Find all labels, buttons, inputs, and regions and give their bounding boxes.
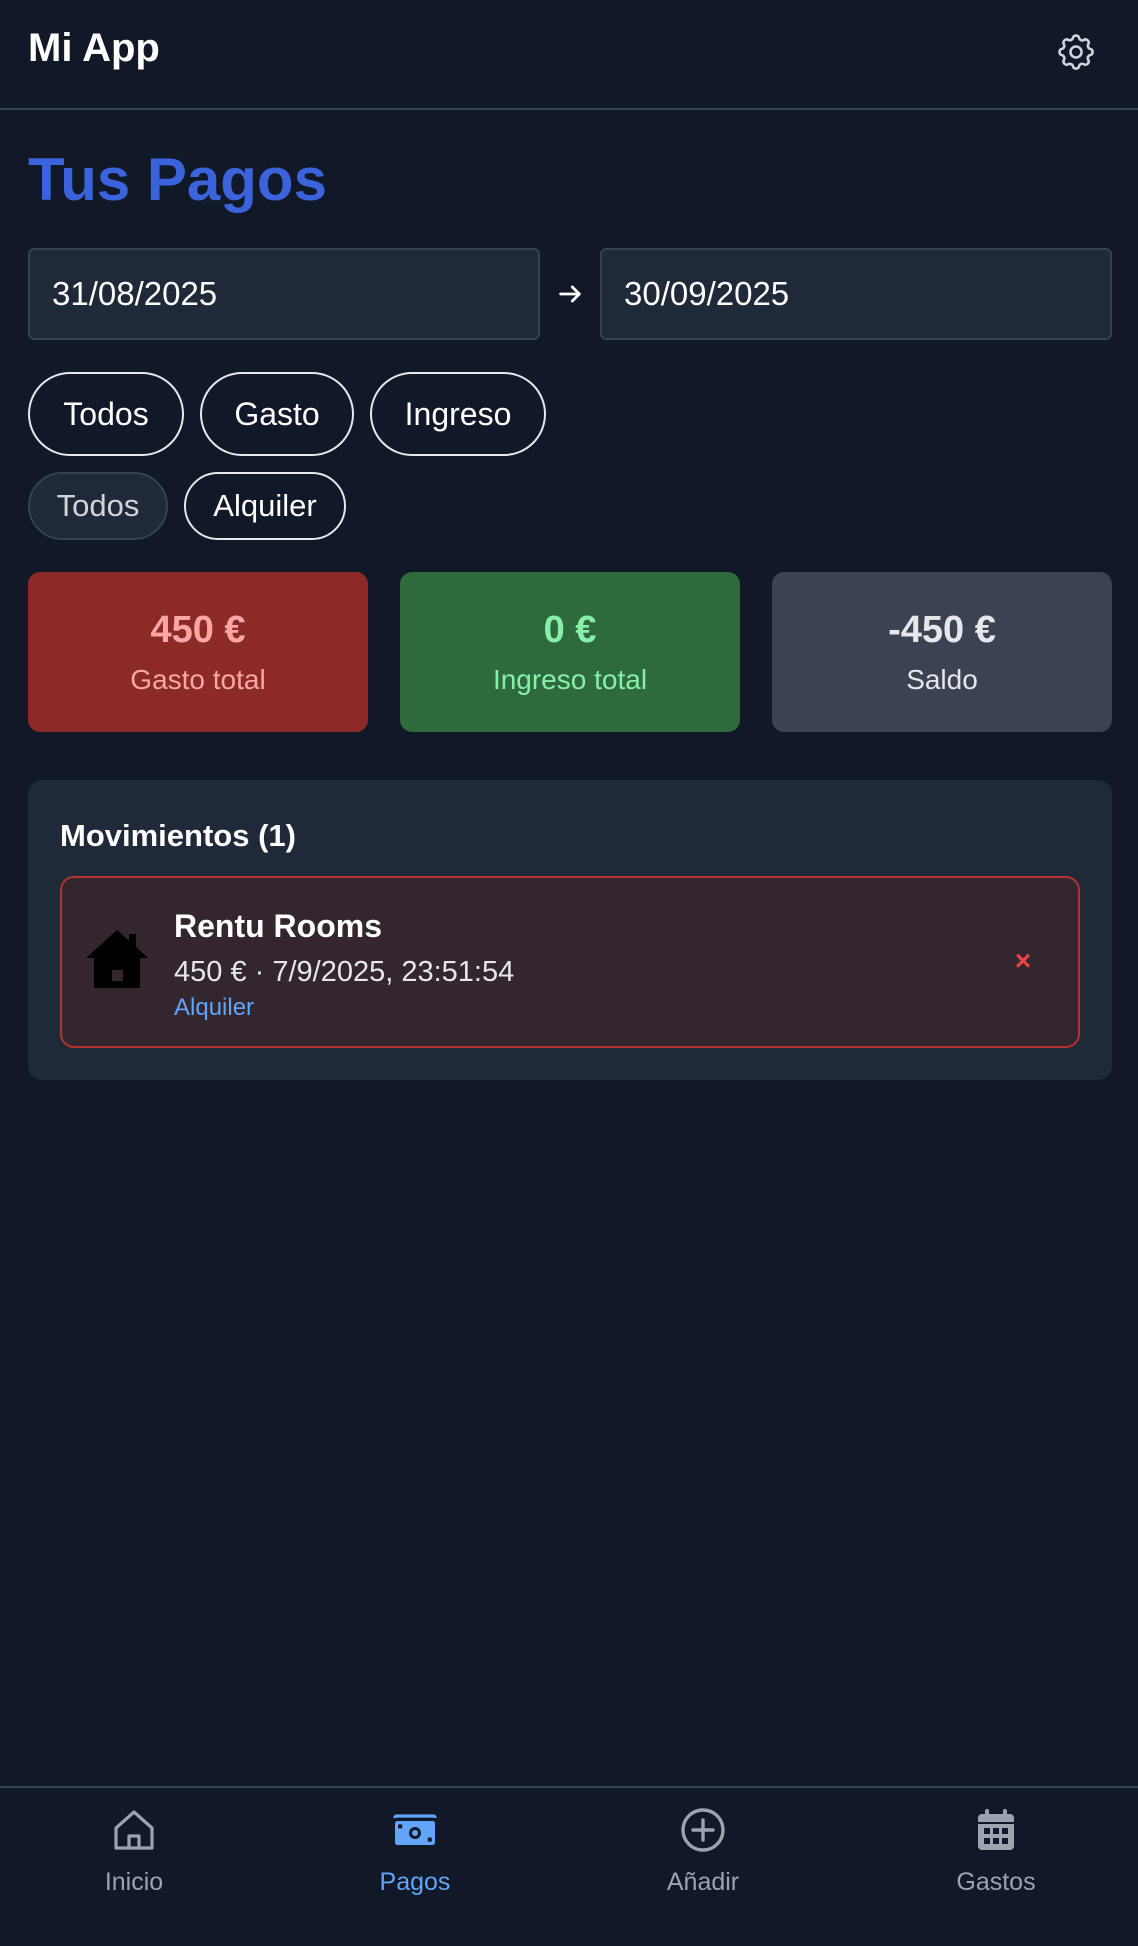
nav-item-gastos[interactable]: Gastos	[896, 1806, 1096, 1916]
filter-type-gasto[interactable]: Gasto	[200, 372, 354, 456]
filter-type-todos[interactable]: Todos	[28, 372, 184, 456]
saldo-amount: -450 €	[888, 608, 996, 651]
nav-item-label: Inicio	[104, 1868, 164, 1896]
arrow-right-icon	[559, 285, 581, 303]
filter-category-todos[interactable]: Todos	[28, 472, 168, 540]
ingreso-total-amount: 0 €	[543, 608, 597, 651]
movement-details: 450 € · 7/9/2025, 23:51:54	[174, 956, 515, 988]
settings-button[interactable]	[1050, 26, 1102, 78]
movements-panel: Movimientos (1) Rentu Rooms 450 € · 7/9/…	[28, 780, 1112, 1080]
filter-type-ingreso[interactable]: Ingreso	[370, 372, 546, 456]
nav-item-label: Pagos	[379, 1868, 451, 1896]
movements-title: Movimientos (1)	[60, 818, 296, 853]
date-to-input[interactable]	[600, 248, 1112, 340]
movement-category-link[interactable]: Alquiler	[174, 994, 254, 1022]
gasto-total-label: Gasto total	[130, 663, 266, 695]
house-icon	[86, 930, 148, 988]
nav-item-label: Añadir	[666, 1868, 740, 1896]
app-title: Mi App	[28, 26, 160, 70]
home-icon	[114, 1810, 154, 1850]
banknote-icon	[393, 1814, 437, 1845]
saldo-label: Saldo	[906, 663, 978, 695]
nav-item-label: Gastos	[956, 1868, 1036, 1896]
gasto-total-amount: 450 €	[150, 608, 246, 651]
movement-item[interactable]: Rentu Rooms 450 € · 7/9/2025, 23:51:54 A…	[60, 876, 1080, 1048]
delete-button[interactable]: ×	[1008, 945, 1038, 976]
plus-circle-icon	[681, 1808, 725, 1852]
app-header: Mi App	[0, 0, 1138, 110]
nav-item-pagos[interactable]: Pagos	[315, 1806, 515, 1916]
page-title: Tus Pagos	[28, 146, 327, 213]
nav-item-inicio[interactable]: Inicio	[34, 1806, 234, 1916]
summary-gasto-card: 450 € Gasto total	[28, 572, 368, 732]
summary-saldo-card: -450 € Saldo	[772, 572, 1112, 732]
nav-item-anadir[interactable]: Añadir	[603, 1806, 803, 1916]
ingreso-total-label: Ingreso total	[492, 663, 648, 695]
calendar-icon	[978, 1809, 1014, 1850]
bottom-nav: Inicio Pagos Añadir Gastos	[0, 1786, 1138, 1946]
date-from-input[interactable]	[28, 248, 540, 340]
summary-ingreso-card: 0 € Ingreso total	[400, 572, 740, 732]
close-icon: ×	[1014, 945, 1032, 976]
gear-icon	[1058, 34, 1094, 70]
movement-name: Rentu Rooms	[174, 908, 382, 944]
filter-category-alquiler[interactable]: Alquiler	[184, 472, 346, 540]
